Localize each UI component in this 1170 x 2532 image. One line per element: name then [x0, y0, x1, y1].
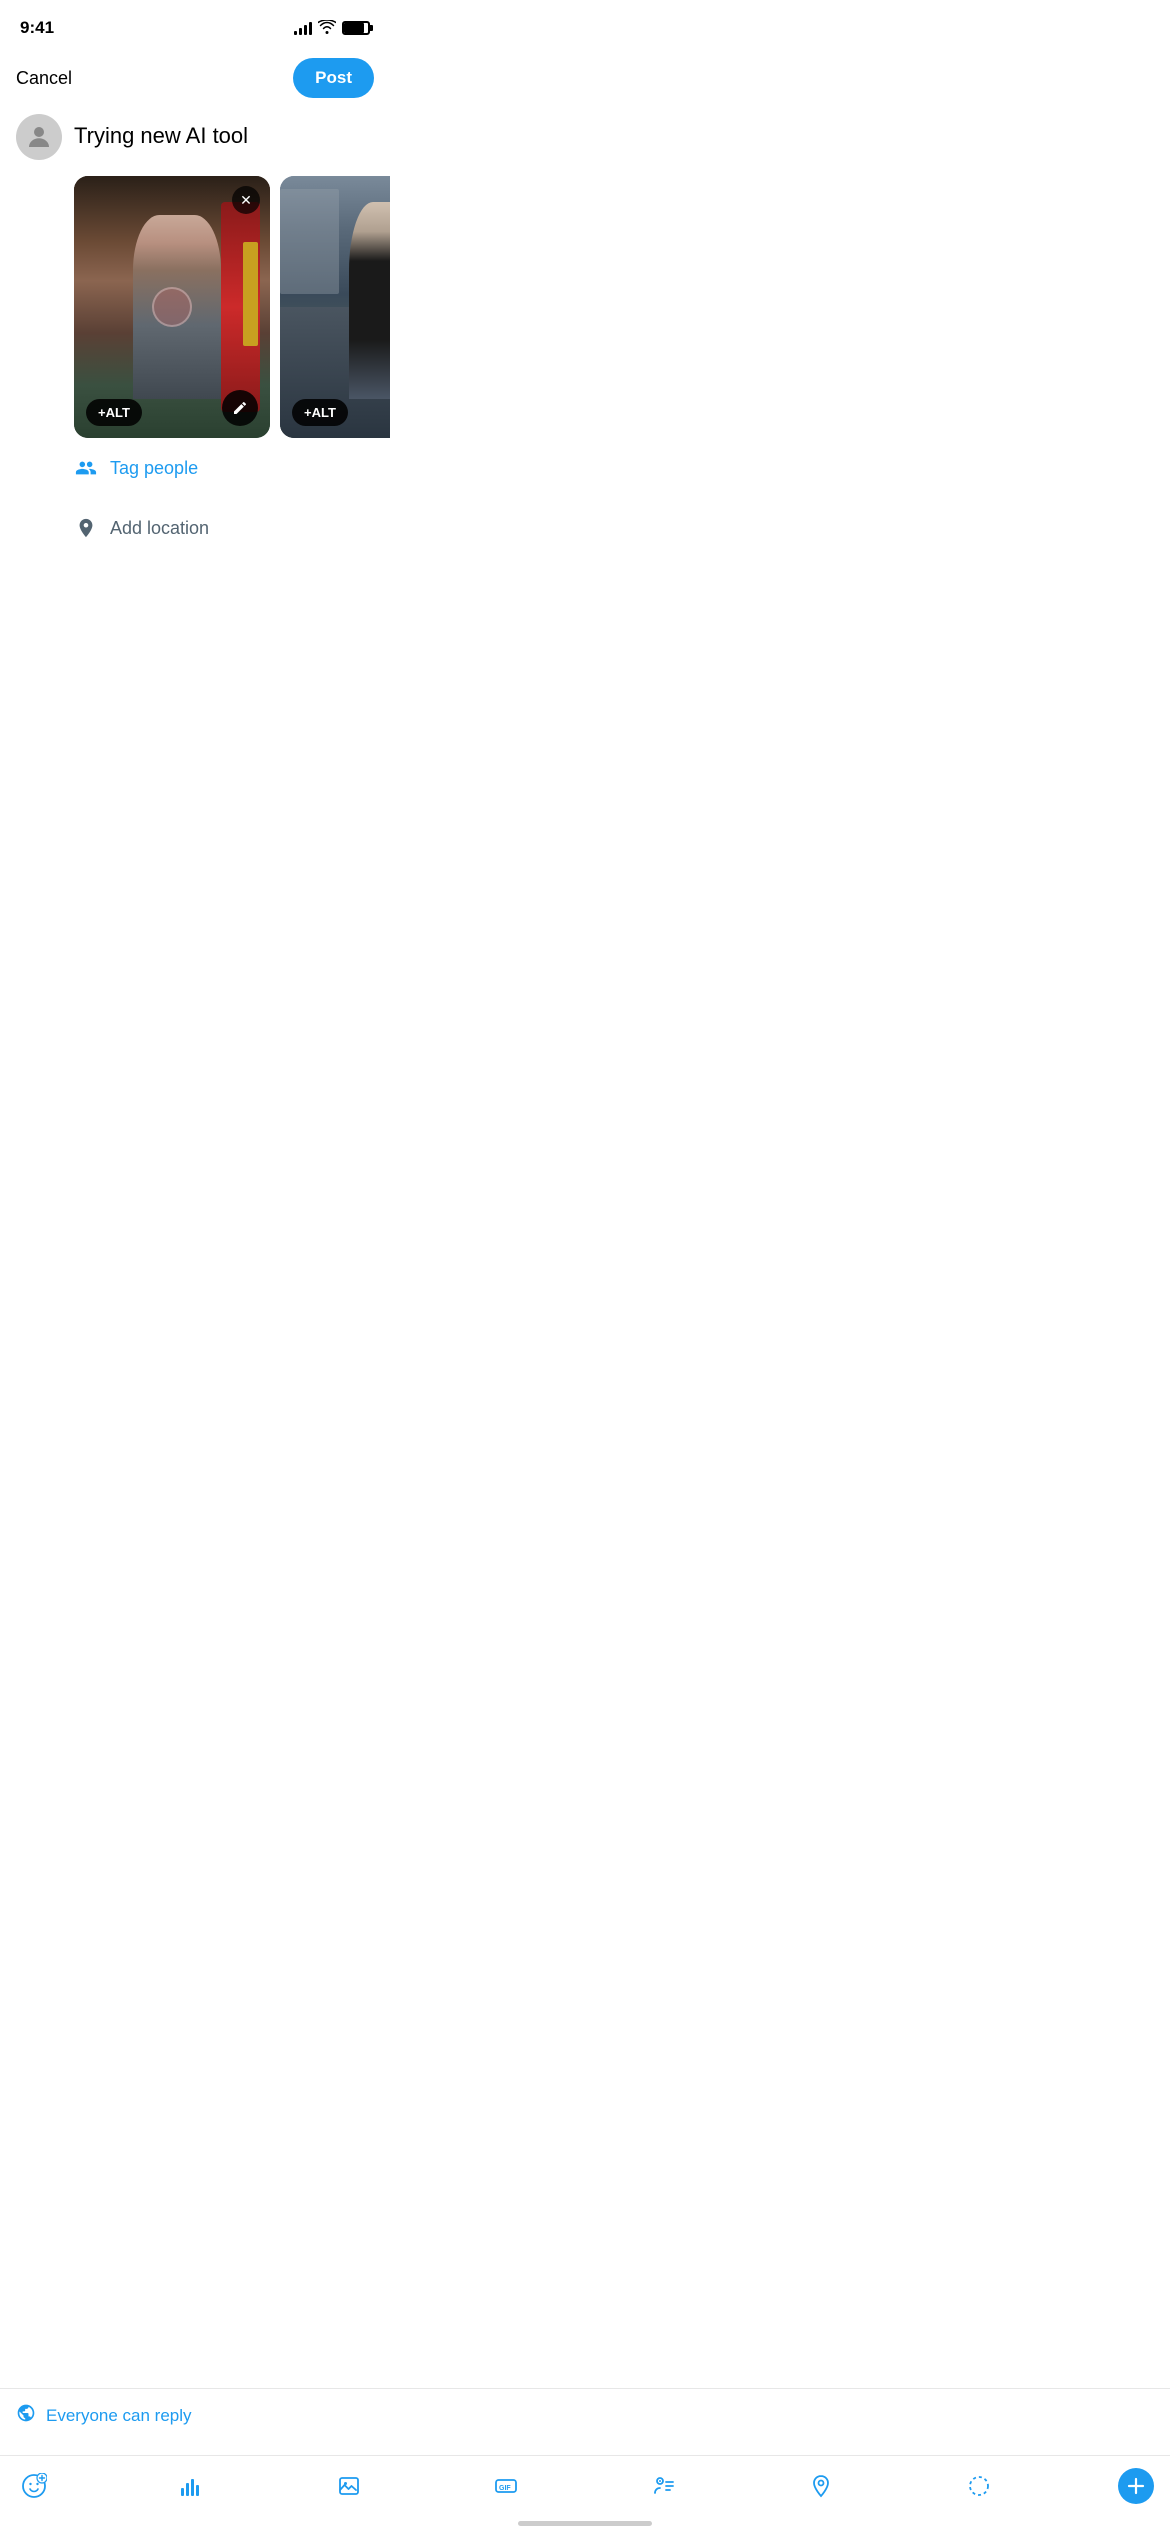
poll-toolbar-button[interactable]: [173, 2468, 209, 2504]
status-time: 9:41: [20, 18, 54, 38]
status-icons: [294, 20, 370, 37]
image-card-2: ✕ +ALT: [280, 176, 390, 438]
pencil-icon: [232, 400, 248, 416]
battery-icon: [342, 21, 370, 35]
reply-setting-row[interactable]: Everyone can reply: [0, 2388, 1170, 2442]
globe-icon: [16, 2403, 36, 2428]
svg-text:GIF: GIF: [499, 2485, 511, 2492]
tag-people-row[interactable]: Tag people: [0, 438, 390, 498]
gif-toolbar-button[interactable]: GIF: [488, 2468, 524, 2504]
location-toolbar-button[interactable]: [803, 2468, 839, 2504]
tag-people-icon: [74, 456, 98, 480]
add-location-row[interactable]: Add location: [0, 498, 390, 558]
compose-area: Trying new AI tool: [0, 110, 390, 160]
edit-image-1-button[interactable]: [222, 390, 258, 426]
circle-toolbar-button[interactable]: [961, 2468, 997, 2504]
header: Cancel Post: [0, 50, 390, 110]
reply-setting-label: Everyone can reply: [46, 2406, 192, 2426]
add-location-label: Add location: [110, 518, 209, 539]
cancel-button[interactable]: Cancel: [16, 68, 72, 89]
img1-circle: [152, 287, 192, 327]
close-image-1-button[interactable]: ✕: [232, 186, 260, 214]
avatar-icon: [24, 122, 54, 152]
images-scroll: ✕ +ALT ✕ +ALT: [74, 176, 390, 438]
wifi-icon: [318, 20, 336, 37]
location-icon: [74, 516, 98, 540]
image-toolbar-button[interactable]: [331, 2468, 367, 2504]
status-bar: 9:41: [0, 0, 390, 50]
emoji-toolbar-button[interactable]: [16, 2468, 52, 2504]
people-toolbar-button[interactable]: [646, 2468, 682, 2504]
alt-image-2-button[interactable]: +ALT: [292, 399, 348, 426]
alt-image-1-button[interactable]: +ALT: [86, 399, 142, 426]
add-toolbar-button[interactable]: [1118, 2468, 1154, 2504]
image-card-1: ✕ +ALT: [74, 176, 270, 438]
tag-people-label: Tag people: [110, 458, 198, 479]
avatar: [16, 114, 62, 160]
home-indicator: [518, 2521, 652, 2526]
compose-text[interactable]: Trying new AI tool: [74, 114, 374, 151]
post-button[interactable]: Post: [293, 58, 374, 98]
signal-icon: [294, 21, 312, 35]
